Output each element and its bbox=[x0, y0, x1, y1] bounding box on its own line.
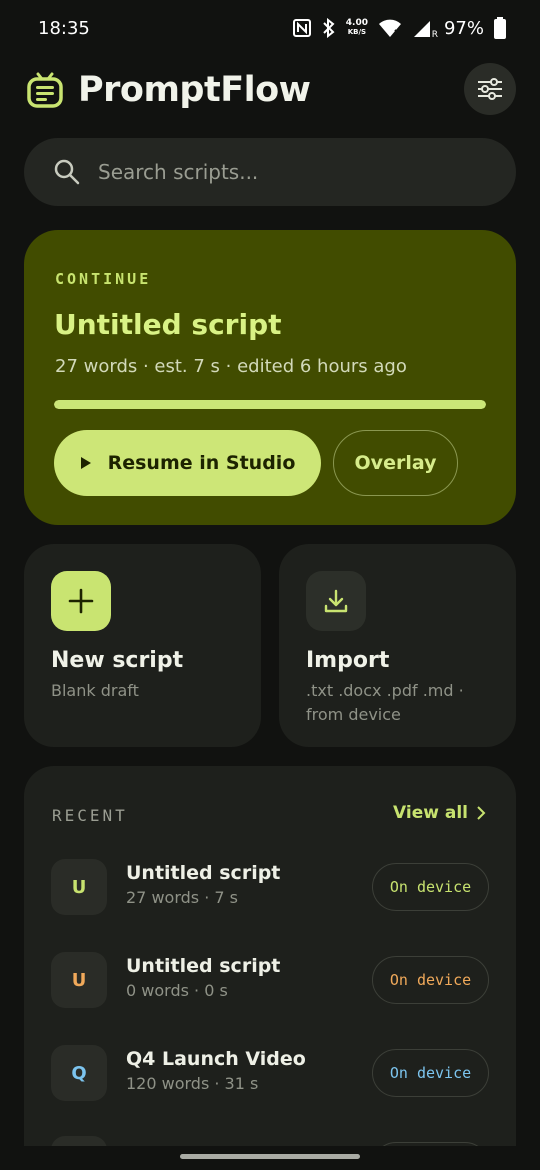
recent-item-avatar: U bbox=[51, 859, 107, 915]
recent-item-meta: 120 words · 31 s bbox=[126, 1074, 259, 1093]
home-indicator[interactable] bbox=[180, 1154, 360, 1159]
settings-button[interactable] bbox=[464, 63, 516, 115]
teleprompter-logo-icon bbox=[27, 72, 63, 108]
import-icon-tile bbox=[306, 571, 366, 631]
bluetooth-icon bbox=[323, 18, 335, 38]
signal-roaming-label: R bbox=[431, 30, 438, 40]
view-all-label: View all bbox=[393, 803, 468, 823]
recent-item[interactable]: Q Q4 Launch Video 120 words · 31 s On de… bbox=[51, 1045, 489, 1101]
status-time: 18:35 bbox=[38, 17, 90, 39]
nfc-icon bbox=[292, 19, 311, 37]
download-icon bbox=[324, 589, 348, 613]
new-script-title: New script bbox=[51, 648, 184, 673]
status-bar: 18:35 4.00 KB/S R 97% bbox=[0, 0, 540, 56]
network-speed-unit: KB/S bbox=[347, 28, 367, 36]
search-placeholder: Search scripts... bbox=[98, 160, 259, 184]
new-script-card[interactable]: New script Blank draft bbox=[24, 544, 261, 747]
wifi-icon bbox=[378, 19, 401, 37]
recent-item[interactable]: U Untitled script 27 words · 7 s On devi… bbox=[51, 859, 489, 915]
resume-label: Resume in Studio bbox=[107, 452, 296, 474]
recent-item-title: Untitled script bbox=[126, 862, 281, 884]
storage-badge: On device bbox=[372, 1049, 489, 1097]
app-title: PromptFlow bbox=[78, 70, 311, 110]
status-icons: 4.00 KB/S R 97% bbox=[292, 17, 506, 40]
import-subtitle: .txt .docx .pdf .md · from device bbox=[306, 681, 464, 724]
network-speed: 4.00 KB/S bbox=[346, 19, 368, 37]
continue-progress-fill bbox=[54, 400, 486, 409]
recent-heading: RECENT bbox=[52, 806, 128, 825]
app-bar: PromptFlow bbox=[26, 62, 516, 118]
storage-badge: On device bbox=[372, 863, 489, 911]
sliders-icon bbox=[478, 78, 502, 100]
storage-badge: On device bbox=[372, 956, 489, 1004]
recent-item-title: Untitled script bbox=[126, 955, 281, 977]
recent-item[interactable]: U Untitled script 0 words · 0 s On devic… bbox=[51, 952, 489, 1008]
battery-icon bbox=[494, 17, 506, 39]
continue-script-meta: 27 words · est. 7 s · edited 6 hours ago bbox=[55, 356, 407, 377]
storage-badge-partial bbox=[372, 1142, 489, 1146]
overlay-button[interactable]: Overlay bbox=[333, 430, 458, 496]
signal-icon: R bbox=[412, 18, 438, 40]
recent-item-title: Q4 Launch Video bbox=[126, 1048, 306, 1070]
recent-item-avatar: U bbox=[51, 952, 107, 1008]
search-icon bbox=[54, 159, 80, 185]
play-icon bbox=[80, 457, 91, 469]
chevron-right-icon bbox=[477, 806, 486, 820]
overlay-label: Overlay bbox=[354, 452, 437, 474]
recent-item-avatar: Q bbox=[51, 1045, 107, 1101]
continue-progress-bar bbox=[54, 400, 486, 409]
continue-card[interactable]: CONTINUE Untitled script 27 words · est.… bbox=[24, 230, 516, 525]
network-speed-value: 4.00 bbox=[345, 18, 368, 28]
recent-item-meta: 0 words · 0 s bbox=[126, 981, 228, 1000]
view-all-link[interactable]: View all bbox=[393, 803, 486, 823]
resume-in-studio-button[interactable]: Resume in Studio bbox=[54, 430, 321, 496]
continue-script-title: Untitled script bbox=[54, 308, 282, 341]
new-script-icon-tile bbox=[51, 571, 111, 631]
battery-percent: 97% bbox=[443, 17, 484, 39]
import-title: Import bbox=[306, 648, 390, 673]
recent-section: RECENT View all U Untitled script 27 wor… bbox=[24, 766, 516, 1146]
search-input[interactable]: Search scripts... bbox=[24, 138, 516, 206]
recent-item-avatar-partial bbox=[51, 1136, 107, 1146]
continue-kicker: CONTINUE bbox=[55, 270, 152, 288]
plus-icon bbox=[68, 588, 94, 614]
recent-item-meta: 27 words · 7 s bbox=[126, 888, 238, 907]
import-card[interactable]: Import .txt .docx .pdf .md · from device bbox=[279, 544, 516, 747]
new-script-subtitle: Blank draft bbox=[51, 681, 139, 700]
